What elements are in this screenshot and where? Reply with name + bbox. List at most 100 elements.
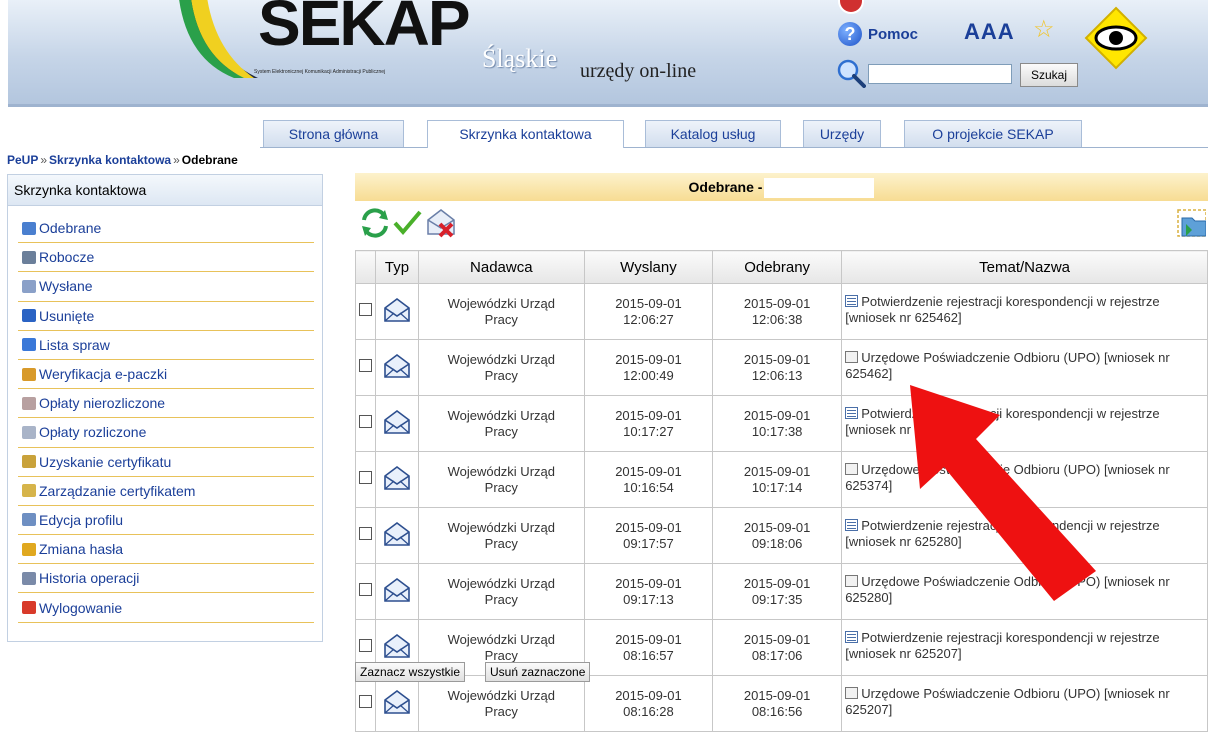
received-cell: 2015-09-01 09:17:35	[712, 563, 843, 620]
delete-mail-icon[interactable]	[424, 206, 458, 240]
breadcrumb-contact-box[interactable]: Skrzynka kontaktowa	[49, 153, 171, 167]
received-cell: 2015-09-01 08:17:06	[712, 619, 843, 676]
row-checkbox[interactable]	[359, 303, 373, 316]
logout-icon	[22, 601, 36, 615]
subject-line[interactable]: [wniosek nr 625207]	[845, 646, 1206, 662]
table-row[interactable]: Wojewódzki Urząd Pracy 2015-09-01 12:06:27 2…	[354, 283, 1208, 340]
row-checkbox[interactable]	[359, 639, 373, 652]
envelope-icon[interactable]	[383, 297, 411, 323]
table-row[interactable]: Wojewódzki Urząd Pracy 2015-09-01 08:16:28 2…	[354, 675, 1208, 732]
breadcrumb-home[interactable]: PeUP	[7, 153, 38, 167]
subject-link[interactable]: Urzędowe Poświadczenie Odbioru (UPO) [wn…	[861, 686, 1170, 701]
envelope-icon[interactable]	[383, 521, 411, 547]
draft-icon	[22, 250, 36, 264]
row-checkbox[interactable]	[359, 583, 373, 596]
tab-about-sekap[interactable]: O projekcie SEKAP	[904, 120, 1082, 147]
subject-link[interactable]: Potwierdzenie rejestracji korespondencji…	[861, 294, 1159, 309]
sidebar-item[interactable]: Uzyskanie certyfikatu	[18, 448, 314, 477]
registry-document-icon	[845, 631, 859, 643]
subject-cell: Potwierdzenie rejestracji korespondencji…	[841, 283, 1208, 340]
envelope-icon[interactable]	[383, 577, 411, 603]
subject-link[interactable]: Urzędowe Poświadczenie Odbioru (UPO) [wn…	[861, 350, 1170, 365]
sidebar-item[interactable]: Weryfikacja e-paczki	[18, 360, 314, 390]
column-header-sender[interactable]: Nadawca	[417, 250, 585, 284]
help-icon[interactable]: ?	[838, 22, 862, 46]
row-checkbox[interactable]	[359, 415, 373, 428]
sidebar-item[interactable]: Usunięte	[18, 302, 314, 331]
delete-selected-button[interactable]: Usuń zaznaczone	[485, 662, 591, 682]
row-checkbox[interactable]	[359, 527, 373, 540]
sender-line: Wojewódzki Urząd	[447, 351, 555, 367]
subject-line[interactable]: 625207]	[845, 702, 1206, 718]
sent-cell: 2015-09-01 10:16:54	[583, 451, 714, 508]
row-select-cell	[354, 675, 377, 732]
sent-date: 2015-09-01	[615, 519, 682, 535]
sidebar-item[interactable]: Wylogowanie	[18, 593, 314, 623]
sidebar-item[interactable]: Wysłane	[18, 272, 314, 302]
sender-cell: Wojewódzki Urząd Pracy	[417, 507, 585, 564]
sidebar-item[interactable]: Opłaty nierozliczone	[18, 389, 314, 419]
sender-line: Pracy	[484, 703, 518, 719]
row-select-cell	[354, 339, 377, 396]
help-link[interactable]: Pomoc	[868, 26, 918, 43]
envelope-icon[interactable]	[383, 633, 411, 659]
column-header-subject[interactable]: Temat/Nazwa	[841, 250, 1208, 284]
sender-line: Wojewódzki Urząd	[447, 575, 555, 591]
received-cell: 2015-09-01 10:17:38	[712, 395, 843, 452]
tab-offices[interactable]: Urzędy	[803, 120, 881, 147]
sent-date: 2015-09-01	[615, 631, 682, 647]
column-header-received[interactable]: Odebrany	[712, 250, 843, 284]
sidebar-item[interactable]: Edycja profilu	[18, 506, 314, 536]
row-checkbox[interactable]	[359, 359, 373, 372]
envelope-icon[interactable]	[383, 409, 411, 435]
sidebar-item[interactable]: Zmiana hasła	[18, 535, 314, 565]
tab-home[interactable]: Strona główna	[263, 120, 404, 147]
sidebar-item-label: Lista spraw	[39, 336, 110, 353]
tab-contact-box[interactable]: Skrzynka kontaktowa	[427, 120, 624, 148]
sent-date: 2015-09-01	[615, 295, 682, 311]
sidebar-item[interactable]: Historia operacji	[18, 564, 314, 594]
type-cell	[375, 395, 419, 452]
select-all-button[interactable]: Zaznacz wszystkie	[355, 662, 466, 682]
envelope-icon[interactable]	[383, 689, 411, 715]
high-contrast-eye-icon[interactable]	[1084, 6, 1148, 70]
accessibility-icon[interactable]	[838, 0, 864, 14]
received-cell: 2015-09-01 08:16:56	[712, 675, 843, 732]
favorite-star-icon[interactable]: ☆	[1033, 18, 1055, 42]
row-checkbox[interactable]	[359, 471, 373, 484]
font-size-switcher[interactable]: AAA	[964, 19, 1015, 45]
search-button[interactable]: Szukaj	[1020, 63, 1078, 87]
refresh-icon[interactable]	[358, 206, 392, 240]
column-header-type[interactable]: Typ	[375, 250, 419, 284]
row-select-cell	[354, 283, 377, 340]
received-cell: 2015-09-01 12:06:38	[712, 283, 843, 340]
move-to-folder-icon[interactable]	[1172, 206, 1206, 240]
site-tagline: urzędy on-line	[580, 60, 697, 82]
sidebar-item-label: Uzyskanie certyfikatu	[39, 453, 172, 470]
sidebar-item[interactable]: Zarządzanie certyfikatem	[18, 477, 314, 506]
sidebar-item[interactable]: Opłaty rozliczone	[18, 418, 314, 448]
envelope-icon[interactable]	[383, 353, 411, 379]
sidebar-item-label: Wylogowanie	[39, 599, 123, 616]
search-icon[interactable]	[836, 58, 866, 88]
envelope-icon[interactable]	[383, 465, 411, 491]
case-list-icon	[22, 338, 36, 352]
sent-date: 2015-09-01	[615, 407, 682, 423]
history-icon	[22, 571, 36, 585]
sent-time: 09:17:13	[623, 591, 674, 607]
received-time: 10:17:14	[751, 479, 803, 495]
tab-service-catalog[interactable]: Katalog usług	[645, 120, 781, 147]
sent-cell: 2015-09-01 12:00:49	[583, 339, 714, 396]
subject-line[interactable]: [wniosek nr 625462]	[845, 310, 1206, 326]
table-row[interactable]: Wojewódzki Urząd Pracy 2015-09-01 08:16:57 2…	[354, 619, 1208, 676]
sidebar-item[interactable]: Lista spraw	[18, 331, 314, 360]
mark-read-check-icon[interactable]	[390, 206, 424, 240]
column-header-sent[interactable]: Wyslany	[583, 250, 714, 284]
search-input[interactable]	[868, 64, 1012, 84]
subject-link[interactable]: Potwierdzenie rejestracji korespondencji…	[861, 630, 1159, 645]
row-checkbox[interactable]	[359, 695, 373, 708]
sidebar-item[interactable]: Odebrane	[18, 214, 314, 244]
sidebar-item[interactable]: Robocze	[18, 243, 314, 273]
type-cell	[375, 675, 419, 732]
sender-line: Wojewódzki Urząd	[447, 407, 555, 423]
